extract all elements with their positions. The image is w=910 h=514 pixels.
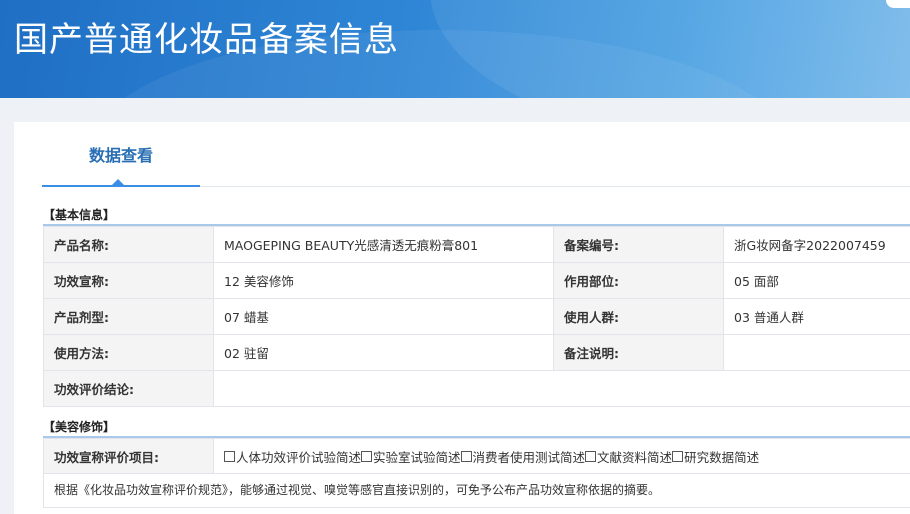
checkbox-icon[interactable] — [585, 450, 597, 462]
usage-method-value: 02 驻留 — [213, 334, 554, 371]
checkbox-label: 消费者使用测试简述 — [472, 449, 586, 465]
efficacy-conclusion-label: 功效评价结论: — [43, 370, 214, 407]
application-area-value: 05 面部 — [723, 262, 910, 299]
claims-options: 人体功效评价试验简述 实验室试验简述 消费者使用测试简述 文献资料简述 研究数据简述 — [213, 438, 910, 474]
table-row: 功效宣称: 12 美容修饰 作用部位: 05 面部 — [43, 262, 910, 299]
banner-corner — [886, 0, 910, 8]
remarks-value — [723, 334, 910, 371]
page-title: 国产普通化妆品备案信息 — [14, 20, 399, 60]
table-row: 产品剂型: 07 蜡基 使用人群: 03 普通人群 — [43, 298, 910, 335]
claims-items-label: 功效宣称评价项目: — [43, 438, 214, 474]
checkbox-option[interactable]: 消费者使用测试简述 — [460, 447, 586, 466]
basic-info-table: 产品名称: MAOGEPING BEAUTY光感清透无痕粉膏801 备案编号: … — [43, 226, 910, 407]
table-row: 功效评价结论: — [43, 370, 910, 407]
dosage-form-label: 产品剂型: — [43, 298, 214, 335]
tab-bar: 数据查看 — [42, 122, 910, 187]
product-name-value: MAOGEPING BEAUTY光感清透无痕粉膏801 — [213, 226, 554, 263]
efficacy-claim-value: 12 美容修饰 — [213, 262, 554, 299]
checkbox-option[interactable]: 实验室试验简述 — [361, 447, 461, 466]
usage-method-label: 使用方法: — [43, 334, 214, 371]
table-row: 使用方法: 02 驻留 备注说明: — [43, 334, 910, 371]
dosage-form-value: 07 蜡基 — [213, 298, 554, 335]
tab-data-view[interactable]: 数据查看 — [42, 122, 200, 187]
table-row: 产品名称: MAOGEPING BEAUTY光感清透无痕粉膏801 备案编号: … — [43, 226, 910, 263]
target-users-value: 03 普通人群 — [723, 298, 910, 335]
checkbox-icon[interactable] — [672, 450, 684, 462]
tab-label: 数据查看 — [88, 145, 153, 165]
content-panel: 数据查看 【基本信息】 产品名称: MAOGEPING BEAUTY光感清透无痕… — [14, 122, 910, 514]
product-name-label: 产品名称: — [43, 226, 214, 263]
section-title-beauty: 【美容修饰】 — [43, 418, 910, 438]
efficacy-conclusion-value — [213, 370, 910, 407]
efficacy-claim-label: 功效宣称: — [43, 262, 214, 299]
checkbox-icon[interactable] — [224, 450, 235, 462]
checkbox-option[interactable]: 文献资料简述 — [585, 447, 672, 466]
tab-active-indicator — [112, 179, 124, 185]
checkbox-icon[interactable] — [361, 450, 373, 462]
checkbox-label: 研究数据简述 — [684, 449, 760, 465]
checkbox-option[interactable]: 研究数据简述 — [672, 447, 759, 466]
checkbox-icon[interactable] — [460, 450, 472, 462]
table-row: 功效宣称评价项目: 人体功效评价试验简述 实验室试验简述 消费者使用测试简述 文献资料… — [43, 438, 910, 474]
checkbox-label: 文献资料简述 — [597, 449, 673, 465]
remarks-label: 备注说明: — [553, 334, 724, 371]
claims-table: 功效宣称评价项目: 人体功效评价试验简述 实验室试验简述 消费者使用测试简述 文献资料… — [43, 438, 910, 474]
record-number-label: 备案编号: — [553, 226, 724, 263]
target-users-label: 使用人群: — [553, 298, 724, 335]
exemption-note: 根据《化妆品功效宣称评价规范》，能够通过视觉、嗅觉等感官直接识别的，可免予公布产… — [43, 473, 910, 508]
record-number-value: 浙G妆网备字2022007459 — [723, 226, 910, 263]
checkbox-label: 人体功效评价试验简述 — [236, 449, 362, 465]
application-area-label: 作用部位: — [553, 262, 724, 299]
checkbox-label: 实验室试验简述 — [373, 449, 461, 465]
checkbox-option[interactable]: 人体功效评价试验简述 — [224, 447, 361, 466]
header-banner: 国产普通化妆品备案信息 — [0, 0, 910, 98]
section-title-basic: 【基本信息】 — [43, 206, 910, 226]
